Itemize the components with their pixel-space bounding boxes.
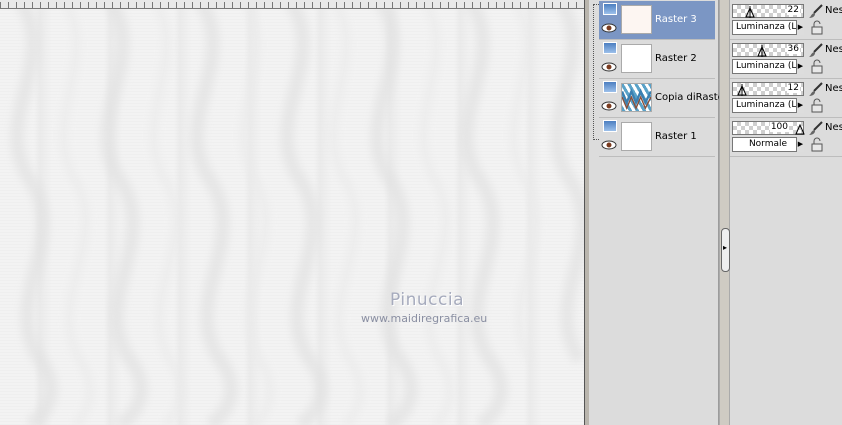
layer-name: Raster 2 (655, 53, 697, 64)
raster-layer-icon (603, 81, 617, 93)
raster-layer-icon (603, 120, 617, 132)
layer-thumbnail (621, 5, 652, 34)
horizontal-ruler (0, 0, 584, 9)
blend-mode-select[interactable]: Normale (732, 137, 804, 152)
layer-thumbnail (621, 44, 652, 73)
layer-name: Copia diRaster (655, 92, 728, 103)
mask-label: Nes (825, 5, 842, 16)
layer-thumbnail (621, 122, 652, 151)
eye-icon[interactable] (601, 140, 617, 150)
slider-thumb-icon (737, 84, 747, 96)
paintbrush-icon[interactable] (808, 4, 824, 19)
layer-properties-row: 36 Luminanza (L) ▶ Nes (730, 40, 842, 79)
layer-thumbnail (621, 83, 652, 112)
layer-name: Raster 1 (655, 131, 697, 142)
layer-properties-panel: 22 Luminanza (L) ▶ Nes 36 Luminanza (L) … (730, 0, 842, 425)
opacity-slider[interactable]: 12 (732, 82, 804, 96)
collapse-handle[interactable]: ▸ (721, 228, 730, 272)
blend-mode-select[interactable]: Luminanza (L) (732, 59, 804, 74)
opacity-slider[interactable]: 36 (732, 43, 804, 57)
eye-icon[interactable] (601, 101, 617, 111)
dropdown-arrow-icon[interactable]: ▶ (796, 59, 804, 74)
eye-icon[interactable] (601, 62, 617, 72)
panel-splitter[interactable]: ▸ (719, 0, 730, 425)
layer-row-copia-diraster[interactable]: Copia diRaster (599, 79, 728, 118)
opacity-value: 22 (786, 5, 800, 15)
lock-icon[interactable] (810, 59, 824, 74)
layer-row-raster-2[interactable]: Raster 2 (599, 40, 715, 79)
layer-properties-row: 100 Normale ▶ Nes (730, 118, 842, 157)
canvas-wave-texture (10, 0, 584, 425)
paintbrush-icon[interactable] (808, 121, 824, 136)
opacity-value: 100 (769, 122, 789, 132)
layer-name: Raster 3 (655, 14, 697, 25)
layer-row-raster-1[interactable]: Raster 1 (599, 118, 715, 157)
lock-icon[interactable] (810, 98, 824, 113)
layer-properties-row: 22 Luminanza (L) ▶ Nes (730, 1, 842, 40)
raster-layer-icon (603, 42, 617, 54)
slider-thumb-icon (795, 123, 805, 135)
dropdown-arrow-icon[interactable]: ▶ (796, 20, 804, 35)
paintbrush-icon[interactable] (808, 43, 824, 58)
slider-thumb-icon (745, 6, 755, 18)
raster-layer-icon (603, 3, 617, 15)
layers-panel: Raster 3 Raster 2 Copia diRaster Raster … (589, 0, 728, 425)
slider-thumb-icon (757, 45, 767, 57)
lock-icon[interactable] (810, 137, 824, 152)
opacity-value: 12 (786, 83, 800, 93)
opacity-slider[interactable]: 22 (732, 4, 804, 18)
dropdown-arrow-icon[interactable]: ▶ (796, 137, 804, 152)
blend-mode-select[interactable]: Luminanza (L) (732, 20, 804, 35)
eye-icon[interactable] (601, 23, 617, 33)
mask-label: Nes (825, 83, 842, 94)
chevron-right-icon: ▸ (723, 243, 728, 252)
mask-label: Nes (825, 44, 842, 55)
watermark-url: www.maidiregrafica.eu (361, 312, 488, 325)
watermark-title: Pinuccia (390, 290, 464, 310)
opacity-value: 36 (786, 44, 800, 54)
mask-label: Nes (825, 122, 842, 133)
lock-icon[interactable] (810, 20, 824, 35)
image-canvas[interactable]: Pinuccia www.maidiregrafica.eu (0, 0, 584, 425)
dropdown-arrow-icon[interactable]: ▶ (796, 98, 804, 113)
blend-mode-select[interactable]: Luminanza (L) (732, 98, 804, 113)
layer-properties-row: 12 Luminanza (L) ▶ Nes (730, 79, 842, 118)
opacity-slider[interactable]: 100 (732, 121, 805, 135)
paintbrush-icon[interactable] (808, 82, 824, 97)
layer-row-raster-3[interactable]: Raster 3 (599, 1, 715, 40)
